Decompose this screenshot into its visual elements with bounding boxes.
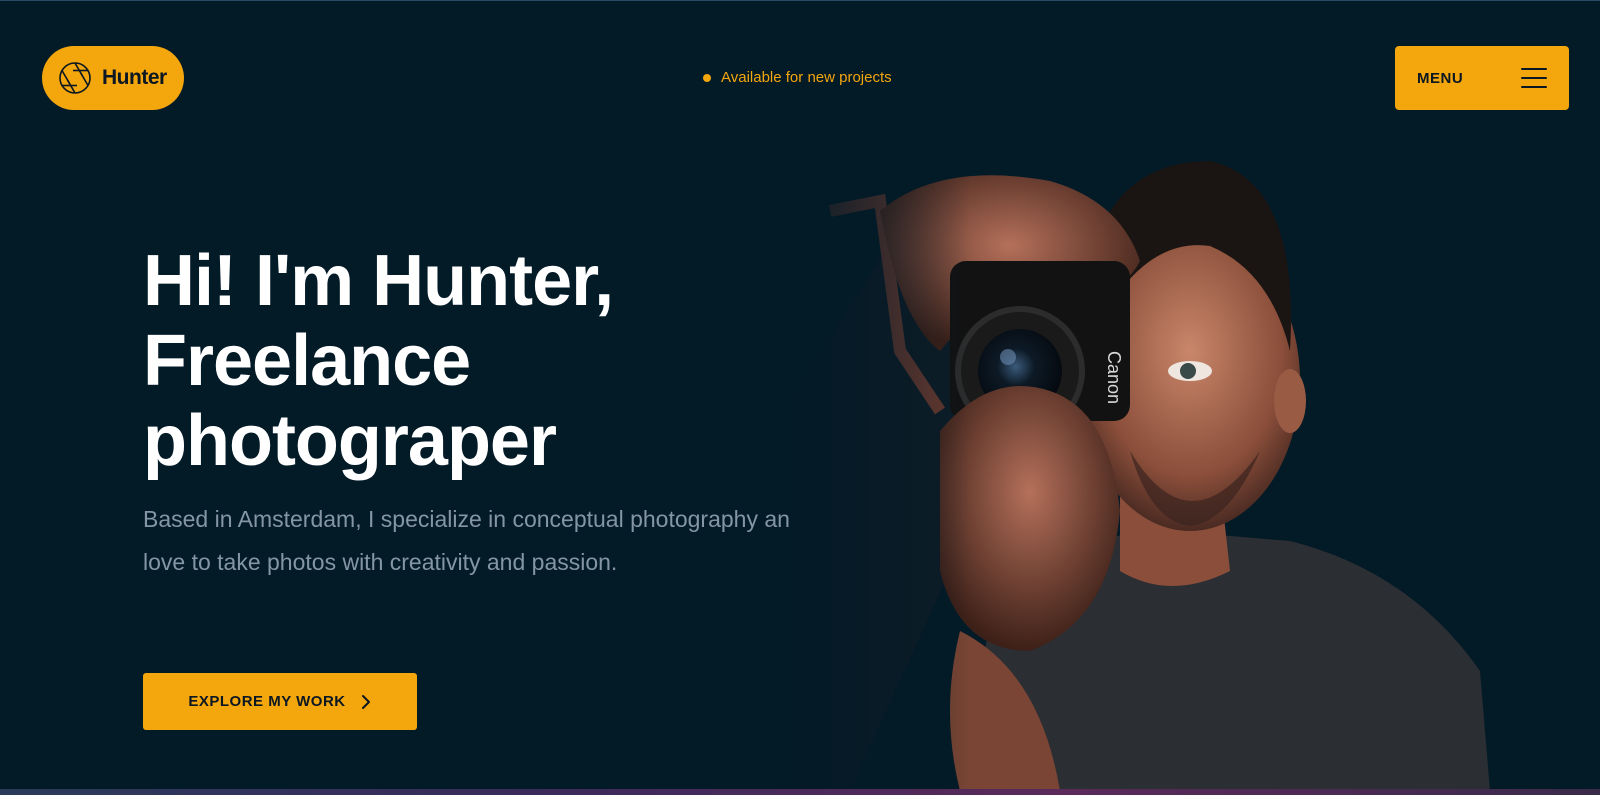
hamburger-icon [1521,68,1547,88]
cta-label: EXPLORE MY WORK [188,693,346,710]
hero-headline: Hi! I'm Hunter, Freelance photograper [143,241,843,481]
hero-description: Based in Amsterdam, I specialize in conc… [143,506,803,575]
bottom-strip [0,789,1600,795]
headline-line: Hi! I'm Hunter, [143,241,614,321]
logo-text: Hunter [102,66,167,89]
headline-line: Freelance [143,321,471,401]
availability-status: Available for new projects [703,69,892,86]
menu-label: MENU [1417,69,1464,87]
chevron-right-icon [361,694,370,709]
availability-text: Available for new projects [721,69,892,86]
status-dot-icon [703,73,711,82]
hero-photo: Canon [790,151,1510,791]
menu-button[interactable]: MENU [1395,46,1569,110]
explore-work-button[interactable]: EXPLORE MY WORK [143,673,417,730]
page: Hunter Available for new projects MENU H… [0,0,1600,795]
logo[interactable]: Hunter [42,46,184,110]
aperture-icon [59,62,91,94]
headline-line: photograper [143,401,557,481]
